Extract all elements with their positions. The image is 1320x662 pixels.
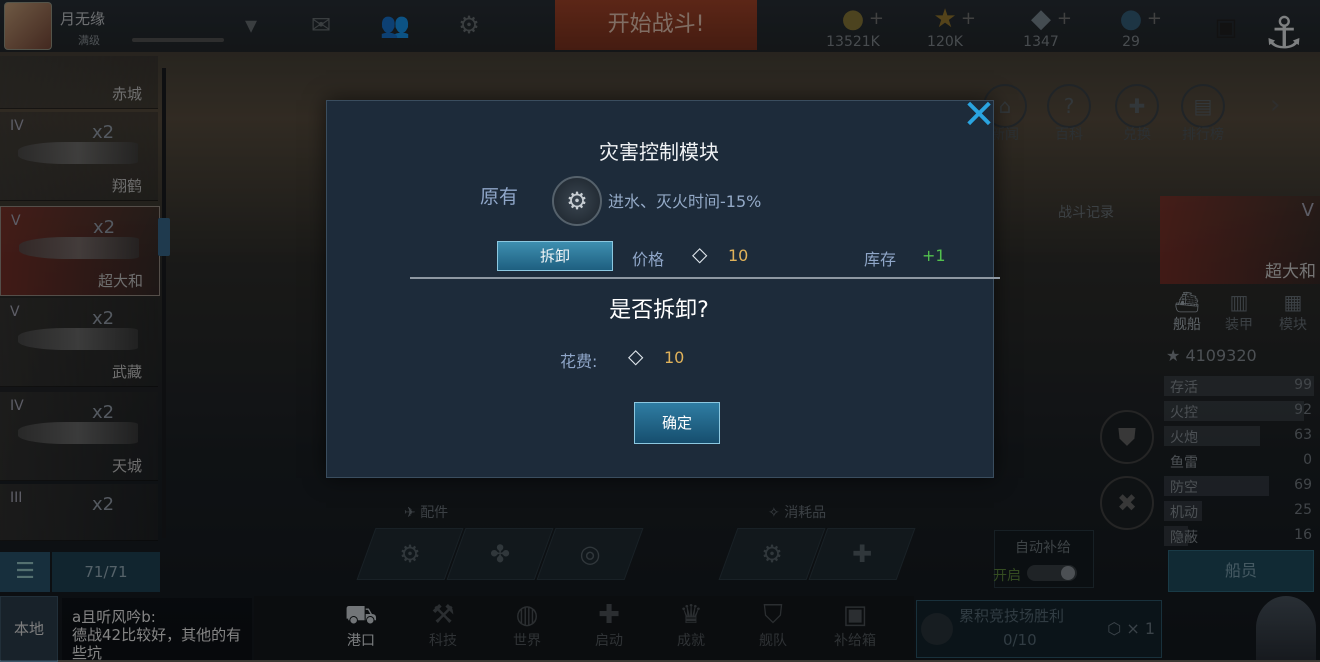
diamond-icon: ◇ [628, 344, 644, 368]
original-label: 原有 [480, 186, 519, 208]
diamond-icon: ◇ [692, 242, 708, 266]
dialog-title: 灾害控制模块 [599, 140, 719, 164]
confirm-question: 是否拆卸? [609, 298, 709, 323]
remove-button[interactable]: 拆卸 [497, 241, 613, 271]
cost-label: 花费: [560, 352, 598, 371]
dialog-divider [410, 277, 1000, 279]
confirm-button[interactable]: 确定 [634, 402, 720, 444]
price-label: 价格 [632, 250, 665, 269]
damage-control-module-icon: ⚙ [552, 176, 602, 226]
close-icon[interactable]: ✕ [960, 95, 998, 135]
cost-value: 10 [664, 348, 685, 367]
stock-value: +1 [922, 246, 946, 265]
module-description: 进水、灭火时间-15% [608, 192, 762, 211]
stock-label: 库存 [864, 250, 897, 269]
price-value: 10 [728, 246, 749, 265]
